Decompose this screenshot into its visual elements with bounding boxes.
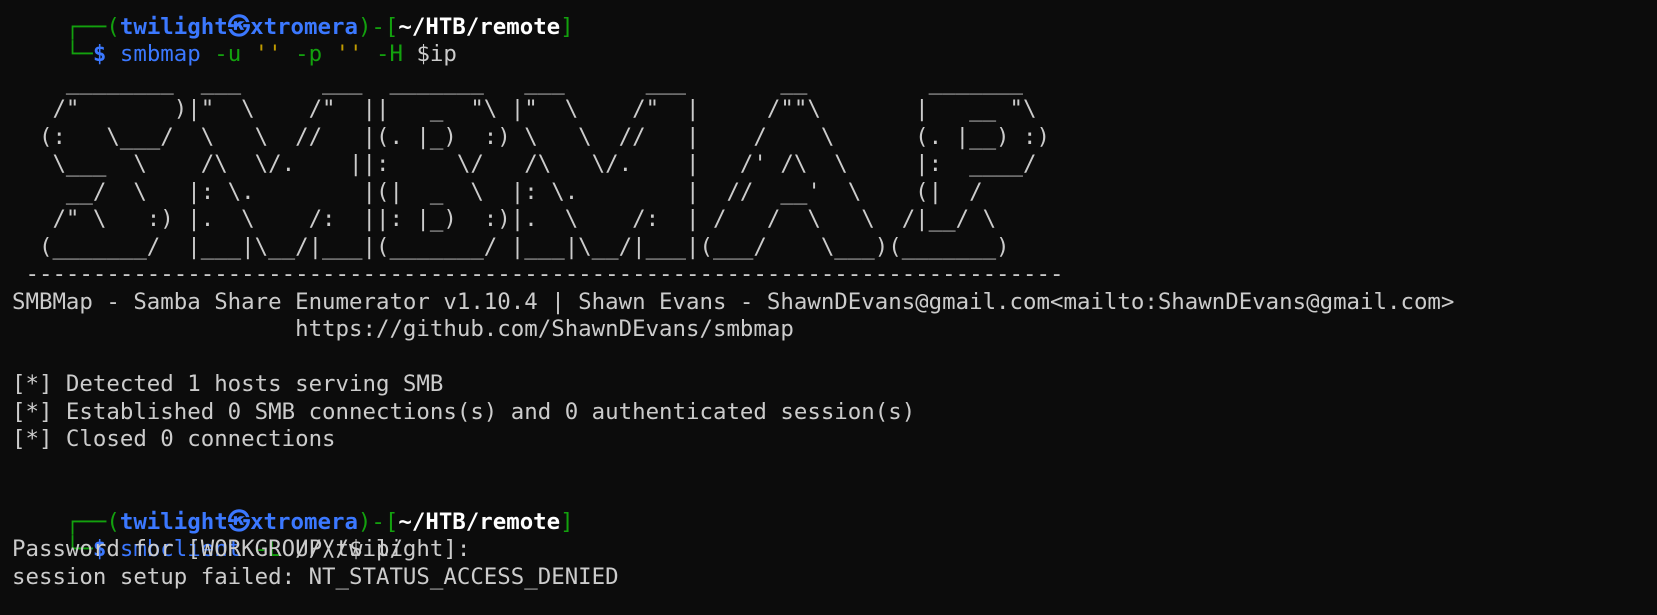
- smbclient-output: Password for [WORKGROUP\twilight]: sessi…: [12, 536, 1652, 591]
- command-arg: -H: [362, 41, 417, 67]
- banner-separator: ----------------------------------------…: [12, 261, 1064, 287]
- command-arg: $ip: [416, 41, 457, 67]
- output-line: session setup failed: NT_STATUS_ACCESS_D…: [12, 563, 619, 590]
- prompt-corner: ┌──(: [65, 508, 120, 535]
- banner-line: \___ \ /\ \/. ||: \/ /\ \/. | /' /\ \ |:…: [12, 151, 1037, 177]
- command-program: smbmap: [119, 41, 201, 67]
- prompt-path: ~/HTB/remote: [398, 508, 561, 535]
- output-line: [*] Closed 0 connections: [12, 426, 336, 452]
- prompt-corner: └─: [65, 41, 93, 67]
- prompt-line: ┌──(twilight㉿xtromera)-[~/HTB/remote]: [65, 13, 574, 40]
- prompt-user: twilight: [119, 13, 228, 40]
- banner-line: __/ \ |: \. |(| _ \ |: \. | // __' \ (| …: [12, 178, 983, 205]
- prompt-path: ~/HTB/remote: [398, 13, 561, 40]
- prompt-separator: )-[: [357, 508, 399, 535]
- banner-line: ________ ___ ___ _______ ___ ___ __ ____…: [12, 68, 1024, 95]
- prompt-corner: ┌──: [65, 13, 107, 40]
- banner-line: (_______/ |___|\__/|___|(_______/ |___|\…: [12, 233, 1010, 260]
- terminal-window[interactable]: ┌──(twilight㉿xtromera)-[~/HTB/remote] └─…: [12, 0, 1652, 591]
- command-arg: -u: [200, 41, 255, 67]
- prompt-line: ┌──(twilight㉿xtromera)-[~/HTB/remote]: [12, 481, 1652, 535]
- output-line: [*] Established 0 SMB connections(s) and…: [12, 398, 916, 425]
- command-arg: '': [335, 41, 363, 67]
- output-line: Password for [WORKGROUP\twilight]:: [12, 536, 471, 562]
- prompt-user: twilight: [119, 508, 228, 535]
- banner-line: /" )|" \ /" || _ "\ |" \ /" | /""\ | __ …: [12, 96, 1037, 122]
- skull-icon: ㉿: [227, 508, 251, 535]
- prompt-close: ]: [560, 13, 574, 40]
- prompt-separator: )-[: [357, 13, 399, 40]
- output-line: https://github.com/ShawnDEvans/smbmap: [12, 316, 794, 342]
- skull-icon: ㉿: [227, 13, 251, 40]
- prompt-host: xtromera: [250, 508, 358, 535]
- output-line: SMBMap - Samba Share Enumerator v1.10.4 …: [12, 288, 1455, 315]
- banner-line: /" \ :) |. \ /: ||: |_) :)|. \ /: | / / …: [12, 206, 997, 232]
- prompt-host: xtromera: [250, 13, 358, 40]
- command-arg: '': [254, 41, 282, 67]
- smbmap-output: SMBMap - Samba Share Enumerator v1.10.4 …: [12, 289, 1652, 454]
- prompt-dollar: $: [92, 41, 120, 67]
- prompt-close: ]: [560, 508, 574, 535]
- smbmap-banner: ________ ___ ___ _______ ___ ___ __ ____…: [12, 69, 1652, 289]
- command-arg: -p: [281, 41, 336, 67]
- banner-line: (: \___/ \ \ // |(. |_) :) \ \ // | / \ …: [12, 123, 1050, 150]
- output-line: [*] Detected 1 hosts serving SMB: [12, 371, 444, 397]
